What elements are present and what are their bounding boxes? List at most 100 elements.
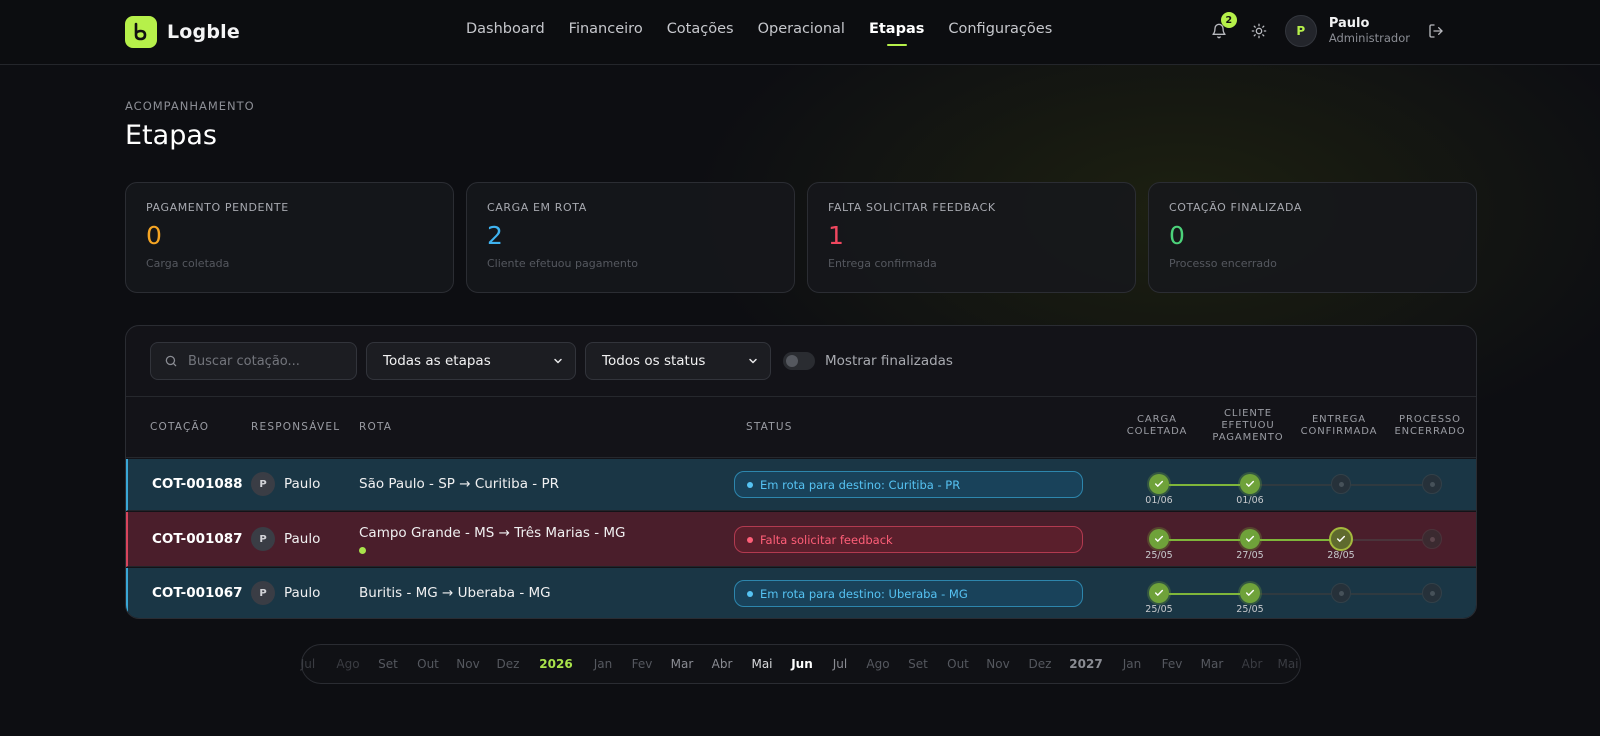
timeline-segment: [1169, 593, 1240, 595]
table-row[interactable]: COT-001088 P Paulo São Paulo - SP → Curi…: [126, 459, 1476, 511]
stages-panel: Todas as etapas Todos os status Mostrar …: [125, 325, 1477, 619]
nav-item-financeiro[interactable]: Financeiro: [569, 21, 643, 37]
timeline-month[interactable]: Jul: [833, 657, 847, 671]
stage-select[interactable]: Todas as etapas: [366, 342, 576, 380]
avatar: P: [251, 527, 275, 551]
user-info: Paulo Administrador: [1329, 16, 1410, 45]
timeline-month[interactable]: Out: [417, 657, 439, 671]
timeline-month[interactable]: Mai: [1277, 657, 1298, 671]
timeline-month[interactable]: Fev: [1162, 657, 1183, 671]
theme-toggle-button[interactable]: [1245, 14, 1273, 48]
stage-pending-node[interactable]: [1331, 474, 1351, 494]
brand[interactable]: Logble: [125, 16, 240, 48]
th-rota[interactable]: ROTA: [359, 421, 392, 433]
timeline-month[interactable]: Ago: [866, 657, 889, 671]
status-badge: Falta solicitar feedback: [734, 526, 1083, 553]
th-stage-line: CARGA: [1137, 414, 1177, 425]
stage-pending-node[interactable]: [1422, 583, 1442, 603]
card-label: CARGA EM ROTA: [487, 201, 587, 214]
search-input[interactable]: [188, 353, 338, 369]
avatar: P: [251, 581, 275, 605]
timeline-month[interactable]: Ago: [336, 657, 359, 671]
stage-pending-node[interactable]: [1422, 529, 1442, 549]
nav-item-configuracoes[interactable]: Configurações: [948, 21, 1052, 37]
show-finished-toggle-wrap: Mostrar finalizadas: [783, 352, 953, 370]
stage-current-node[interactable]: [1331, 529, 1351, 549]
timeline-segment: [1351, 484, 1422, 486]
th-stage-line: CONFIRMADA: [1300, 425, 1378, 437]
notification-count-badge: 2: [1220, 12, 1237, 28]
status-dot-icon: [747, 481, 753, 488]
stage-done-node[interactable]: [1149, 583, 1169, 603]
timeline-month[interactable]: Mai: [751, 657, 772, 671]
status-badge: Em rota para destino: Curitiba - PR: [734, 471, 1083, 498]
row-code[interactable]: COT-001087: [152, 531, 243, 547]
card-label: PAGAMENTO PENDENTE: [146, 201, 289, 214]
timeline-month[interactable]: Nov: [456, 657, 479, 671]
nav-item-operacional[interactable]: Operacional: [758, 21, 845, 37]
timeline-month[interactable]: Set: [908, 657, 928, 671]
status-dot-icon: [747, 590, 753, 597]
th-stage-processo-encerrado: PROCESSO ENCERRADO: [1394, 414, 1465, 438]
th-responsavel[interactable]: RESPONSÁVEL: [251, 421, 340, 433]
table-row[interactable]: COT-001067 P Paulo Buritis - MG → Uberab…: [126, 568, 1476, 618]
timeline-month[interactable]: Abr: [712, 657, 733, 671]
th-stage-line: EFETUOU: [1221, 419, 1275, 431]
user-avatar[interactable]: P: [1284, 15, 1317, 47]
stage-done-node[interactable]: [1149, 529, 1169, 549]
card-value: 0: [146, 221, 162, 250]
stage-pending-node[interactable]: [1422, 474, 1442, 494]
timeline-month[interactable]: Dez: [497, 657, 520, 671]
th-stage-line: CLIENTE: [1223, 408, 1273, 419]
th-cotacao[interactable]: COTAÇÃO: [150, 421, 209, 433]
timeline-month[interactable]: Mar: [671, 657, 694, 671]
timeline-month[interactable]: Dez: [1029, 657, 1052, 671]
timeline-month[interactable]: Nov: [986, 657, 1009, 671]
card-cotacao-finalizada[interactable]: COTAÇÃO FINALIZADA 0 Processo encerrado: [1148, 182, 1477, 293]
timeline-month[interactable]: Set: [378, 657, 398, 671]
timeline-month[interactable]: Jan: [1123, 657, 1142, 671]
status-select[interactable]: Todos os status: [585, 342, 771, 380]
timeline-year[interactable]: 2026: [539, 657, 572, 671]
card-falta-feedback[interactable]: FALTA SOLICITAR FEEDBACK 1 Entrega confi…: [807, 182, 1136, 293]
search-box[interactable]: [150, 342, 357, 380]
nav-item-cotacoes[interactable]: Cotações: [667, 21, 734, 37]
timeline-segment: [1260, 593, 1331, 595]
timeline-month-current[interactable]: Jun: [791, 657, 813, 671]
row-route: São Paulo - SP → Curitiba - PR: [359, 476, 559, 492]
check-icon: [1245, 535, 1255, 542]
th-stage-cliente-pagamento: CLIENTE EFETUOU PAGAMENTO: [1212, 408, 1283, 443]
timeline-month[interactable]: Out: [947, 657, 969, 671]
row-code[interactable]: COT-001088: [152, 476, 243, 492]
status-select-value: Todos os status: [602, 353, 706, 369]
check-icon: [1245, 589, 1255, 596]
card-carga-em-rota[interactable]: CARGA EM ROTA 2 Cliente efetuou pagament…: [466, 182, 795, 293]
timeline-month[interactable]: Abr: [1242, 657, 1263, 671]
nav-item-etapas[interactable]: Etapas: [869, 21, 924, 37]
responsible-name: Paulo: [284, 585, 321, 601]
row-code[interactable]: COT-001067: [152, 585, 243, 601]
th-status[interactable]: STATUS: [746, 421, 793, 433]
timeline-segment: [1260, 539, 1331, 541]
nav-item-dashboard[interactable]: Dashboard: [466, 21, 545, 37]
th-stage-carga-coletada: CARGA COLETADA: [1127, 414, 1187, 438]
stage-date: 25/05: [1145, 550, 1173, 561]
stage-pending-node[interactable]: [1331, 583, 1351, 603]
card-pagamento-pendente[interactable]: PAGAMENTO PENDENTE 0 Carga coletada: [125, 182, 454, 293]
timeline-month[interactable]: Jul: [301, 657, 315, 671]
table-row[interactable]: COT-001087 P Paulo Campo Grande - MS → T…: [126, 512, 1476, 567]
logout-button[interactable]: [1422, 14, 1450, 48]
timeline-month[interactable]: Jan: [594, 657, 613, 671]
avatar: P: [251, 472, 275, 496]
stage-date: 27/05: [1236, 550, 1264, 561]
show-finished-toggle[interactable]: [783, 352, 815, 370]
stage-done-node[interactable]: [1240, 529, 1260, 549]
timeline-month[interactable]: Mar: [1201, 657, 1224, 671]
stage-done-node[interactable]: [1240, 474, 1260, 494]
stage-done-node[interactable]: [1240, 583, 1260, 603]
stage-date: 01/06: [1236, 495, 1264, 506]
stage-done-node[interactable]: [1149, 474, 1169, 494]
timeline-year[interactable]: 2027: [1069, 657, 1102, 671]
timeline-month[interactable]: Fev: [632, 657, 653, 671]
notifications-button[interactable]: 2: [1205, 12, 1237, 48]
